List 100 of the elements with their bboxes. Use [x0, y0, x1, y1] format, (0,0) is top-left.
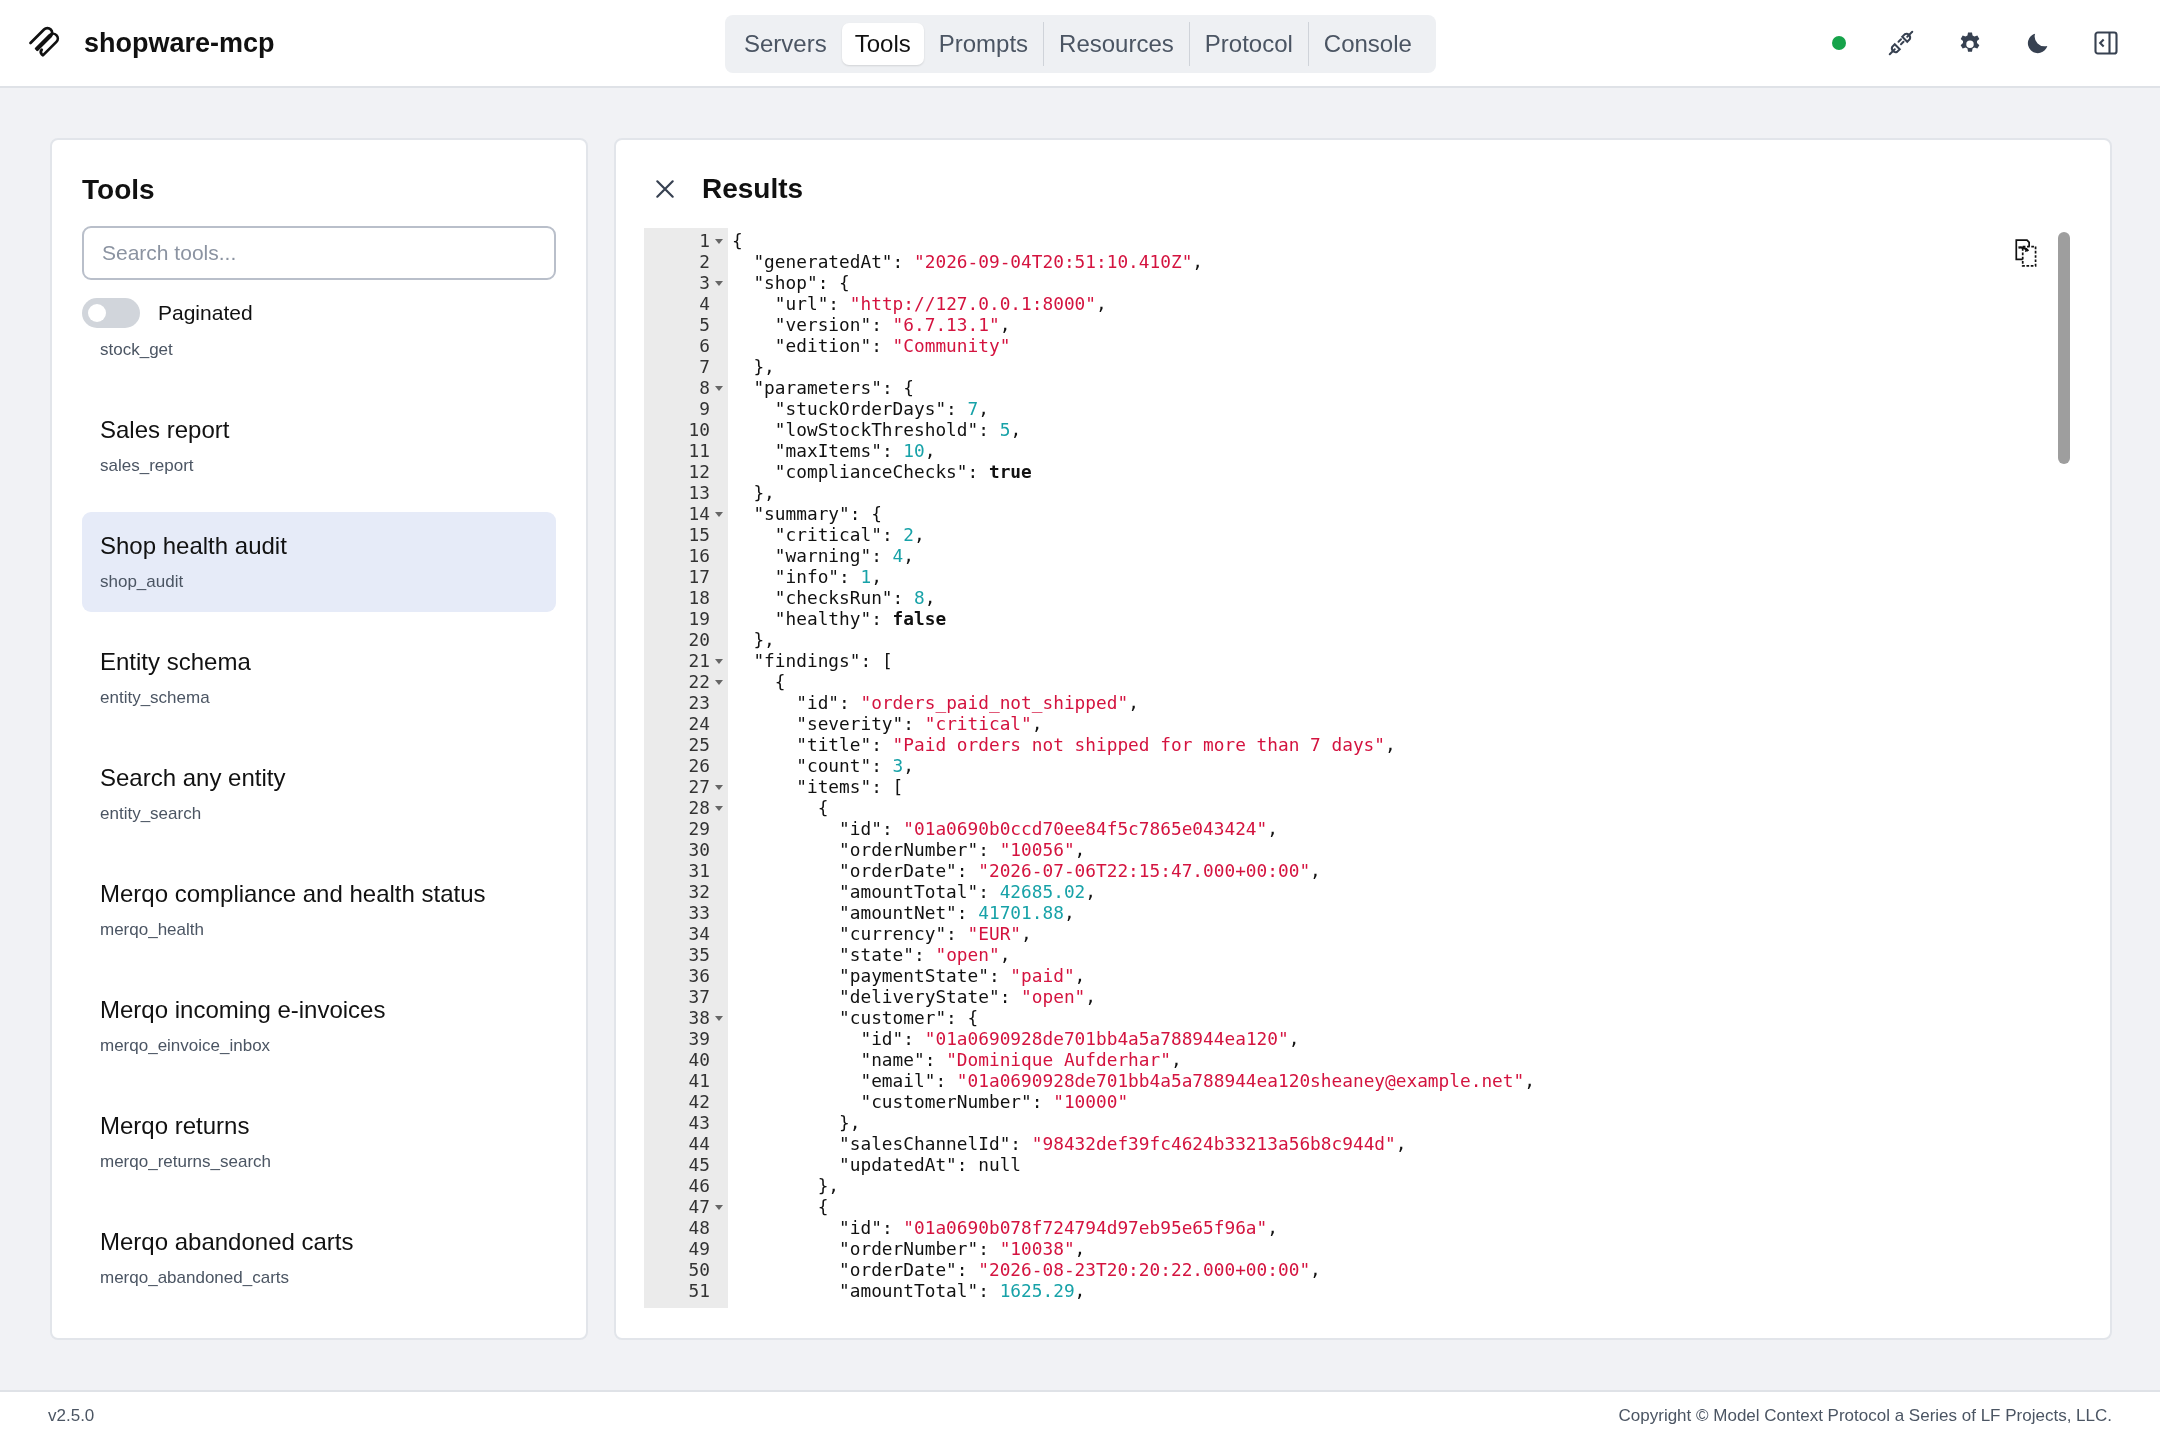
code-line: },	[816, 1175, 840, 1196]
line-number: 11	[688, 440, 710, 461]
code-line: },	[838, 1112, 861, 1133]
scrollbar[interactable]	[2058, 232, 2070, 464]
code-line: "amountTotal": 1625.29,	[838, 1280, 1086, 1301]
tool-item[interactable]: Merqo returns merqo_returns_search	[82, 1092, 556, 1192]
line-number: 39	[688, 1028, 710, 1049]
code-line: },	[752, 482, 775, 503]
tool-slug: merqo_abandoned_carts	[100, 1268, 291, 1288]
line-number: 2	[699, 251, 710, 272]
line-number: 50	[688, 1259, 710, 1280]
line-number: 37	[688, 986, 710, 1007]
code-line: "customerNumber": "10000"	[859, 1091, 1129, 1112]
plug-icon[interactable]	[1886, 28, 1916, 58]
code-line: },	[752, 629, 775, 650]
tool-slug: entity_schema	[100, 688, 211, 708]
line-number: 41	[688, 1070, 710, 1091]
tool-item[interactable]: Search any entity entity_search	[82, 744, 556, 844]
tool-slug: entity_search	[100, 804, 203, 824]
code-line: "amountTotal": 42685.02,	[838, 881, 1097, 902]
line-number: 45	[688, 1154, 710, 1175]
line-number: 22	[688, 671, 710, 692]
code-line: {	[732, 230, 743, 251]
line-number: 47	[688, 1196, 710, 1217]
tool-item[interactable]: Shop health audit shop_audit	[82, 512, 556, 612]
line-number: 5	[699, 314, 710, 335]
code-line: "warning": 4,	[773, 545, 915, 566]
tool-name: Merqo incoming e-invoices	[100, 996, 387, 1024]
line-number: 23	[688, 692, 710, 713]
tool-name: Shop health audit	[100, 532, 288, 560]
tool-name: Merqo returns	[100, 1112, 251, 1140]
line-number: 43	[688, 1112, 710, 1133]
nav-tab[interactable]: Servers	[731, 23, 840, 65]
line-number: 44	[688, 1133, 710, 1154]
tool-item[interactable]: Entity schema entity_schema	[82, 628, 556, 728]
close-icon[interactable]	[654, 178, 676, 200]
search-field[interactable]: Search tools...	[82, 226, 556, 280]
code-line: "deliveryState": "open",	[838, 986, 1096, 1007]
line-number: 8	[699, 377, 710, 398]
line-number: 49	[688, 1238, 710, 1259]
line-number: 32	[688, 881, 710, 902]
tool-item[interactable]: Merqo incoming e-invoices merqo_einvoice_inbox	[82, 976, 556, 1076]
line-number: 16	[688, 545, 710, 566]
tool-slug: stock_get	[100, 340, 174, 360]
tool-slug: merqo_einvoice_inbox	[100, 1036, 272, 1056]
tool-name: Merqo abandoned carts	[100, 1228, 355, 1256]
code-line: "critical": 2,	[773, 524, 925, 545]
tool-item[interactable]: Sales report sales_report	[82, 396, 556, 496]
tool-name: Search any entity	[100, 764, 287, 792]
line-number: 28	[688, 797, 710, 818]
tool-item[interactable]: Merqo compliance and health status merqo_health	[82, 860, 556, 960]
line-number: 26	[688, 755, 710, 776]
sidebar-icon[interactable]	[2092, 29, 2120, 57]
nav-tab[interactable]: Resources	[1046, 23, 1187, 65]
tool-name: Merqo compliance and health status	[100, 880, 487, 908]
nav-tab[interactable]: Prompts	[925, 23, 1042, 65]
code-line: "edition": "Community"	[773, 335, 1011, 356]
line-number: 31	[688, 860, 710, 881]
code-line: "stuckOrderDays": 7,	[773, 398, 989, 419]
line-number: 46	[688, 1175, 710, 1196]
nav-tab[interactable]: Protocol	[1191, 23, 1306, 65]
code-line: "shop": {	[752, 272, 850, 293]
line-number: 34	[688, 923, 710, 944]
line-number: 15	[688, 524, 710, 545]
code-line: "title": "Paid orders not shipped for more than 7 days",	[795, 734, 1396, 755]
code-line: "state": "open",	[838, 944, 1011, 965]
line-number: 20	[688, 629, 710, 650]
tool-slug: sales_report	[100, 456, 195, 476]
tool-item[interactable]: stock_get	[82, 336, 556, 380]
tool-item[interactable]: Merqo abandoned carts merqo_abandoned_carts	[82, 1208, 556, 1308]
toggle-label: Paginated	[158, 301, 253, 325]
code-line: "generatedAt": "2026-09-04T20:51:10.410Z",	[752, 251, 1204, 272]
app-name: shopware-mcp	[84, 27, 275, 59]
code-line: "orderDate": "2026-08-23T20:20:22.000+00:00",	[838, 1259, 1321, 1280]
line-number: 6	[699, 335, 710, 356]
line-number: 25	[688, 734, 710, 755]
line-number: 29	[688, 818, 710, 839]
code-line: "updatedAt": null	[838, 1154, 1022, 1175]
code-line: "findings": [	[752, 650, 893, 671]
line-number: 24	[688, 713, 710, 734]
code-line: {	[816, 1196, 829, 1217]
code-line: "complianceChecks": true	[773, 461, 1032, 482]
code-line: "orderDate": "2026-07-06T22:15:47.000+00:00",	[838, 860, 1321, 881]
code-line: "id": "orders_paid_not_shipped",	[795, 692, 1139, 713]
tool-name: Sales report	[100, 416, 231, 444]
code-line: "url": "http://127.0.0.1:8000",	[773, 293, 1107, 314]
line-number: 10	[688, 419, 710, 440]
code-line: "severity": "critical",	[795, 713, 1043, 734]
line-number: 12	[688, 461, 710, 482]
line-number: 3	[699, 272, 710, 293]
line-number: 17	[688, 566, 710, 587]
line-number: 48	[688, 1217, 710, 1238]
code-line: "email": "01a0690928de701bb4a5a788944ea120sheaney@example.net",	[859, 1070, 1535, 1091]
version-label: v2.5.0	[48, 1406, 95, 1426]
nav-tab[interactable]: Tools	[841, 23, 924, 65]
line-number: 9	[699, 398, 710, 419]
toggle-switch[interactable]	[82, 298, 140, 328]
nav-tab[interactable]: Console	[1310, 23, 1425, 65]
code-line: "paymentState": "paid",	[838, 965, 1086, 986]
line-number: 18	[688, 587, 710, 608]
